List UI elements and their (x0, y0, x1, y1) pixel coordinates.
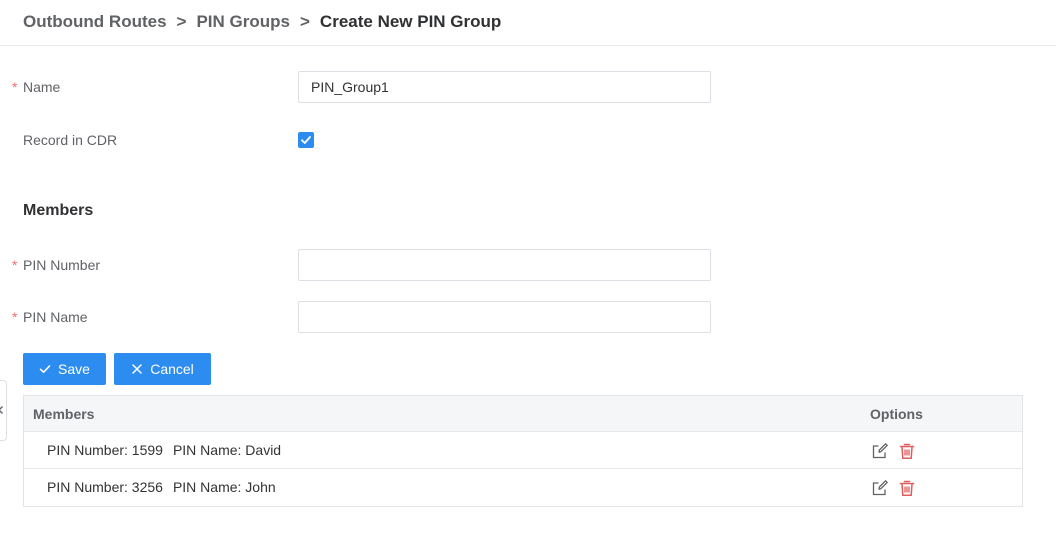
page-title: Create New PIN Group (319, 12, 502, 31)
table-row: PIN Number: 3256 PIN Name: John (24, 469, 1022, 506)
members-table: Members Options PIN Number: 1599 PIN Name… (23, 395, 1023, 507)
save-button-label: Save (58, 361, 90, 377)
required-mark: * (12, 309, 18, 325)
pin-number-label: PIN Number (23, 257, 101, 273)
pin-name-row: * PIN Name (0, 301, 1056, 333)
members-section-title: Members (23, 202, 94, 219)
breadcrumb: Outbound Routes > PIN Groups > Create Ne… (23, 12, 501, 32)
table-header: Members Options (24, 396, 1022, 432)
breadcrumb-pin-groups[interactable]: PIN Groups (196, 12, 290, 32)
cancel-button[interactable]: Cancel (114, 353, 211, 385)
member-pin-number: PIN Number: 1599 (47, 442, 163, 458)
pin-name-label-wrap: * PIN Name (12, 301, 88, 333)
table-row: PIN Number: 1599 PIN Name: David (24, 432, 1022, 469)
name-input[interactable] (298, 71, 711, 103)
close-icon (131, 363, 143, 375)
member-pin-number: PIN Number: 3256 (47, 479, 163, 495)
check-icon (301, 136, 311, 144)
trash-icon[interactable] (898, 479, 916, 497)
cancel-button-label: Cancel (150, 361, 194, 377)
record-cdr-row: Record in CDR (0, 124, 1056, 156)
pin-number-row: * PIN Number (0, 249, 1056, 281)
column-header-members: Members (33, 406, 95, 422)
member-cell: PIN Number: 1599 PIN Name: David (47, 432, 281, 469)
breadcrumb-outbound-routes[interactable]: Outbound Routes (23, 12, 167, 32)
required-mark: * (12, 257, 18, 273)
member-pin-name: PIN Name: David (172, 442, 282, 458)
breadcrumb-separator: > (299, 12, 310, 31)
name-label: Name (23, 79, 61, 95)
pin-name-label: PIN Name (23, 309, 88, 325)
record-cdr-checkbox[interactable] (298, 132, 314, 148)
column-header-options: Options (870, 406, 923, 422)
create-pin-group-page: Outbound Routes > PIN Groups > Create Ne… (0, 0, 1056, 535)
name-row: * Name (0, 71, 1056, 103)
member-cell: PIN Number: 3256 PIN Name: John (47, 469, 276, 506)
save-button[interactable]: Save (23, 353, 106, 385)
name-label-wrap: * Name (12, 71, 61, 103)
pin-name-input[interactable] (298, 301, 711, 333)
required-mark: * (12, 79, 18, 95)
record-cdr-label: Record in CDR (23, 132, 118, 148)
trash-icon[interactable] (898, 442, 916, 460)
edit-icon[interactable] (871, 479, 889, 497)
edit-icon[interactable] (871, 442, 889, 460)
pin-number-label-wrap: * PIN Number (12, 249, 101, 281)
pin-number-input[interactable] (298, 249, 711, 281)
breadcrumb-separator: > (176, 12, 187, 31)
check-icon (39, 363, 51, 375)
member-pin-name: PIN Name: John (172, 479, 276, 495)
page-header: Outbound Routes > PIN Groups > Create Ne… (0, 0, 1056, 46)
chevron-left-icon (0, 406, 3, 414)
sidebar-collapse-handle[interactable] (0, 380, 7, 441)
